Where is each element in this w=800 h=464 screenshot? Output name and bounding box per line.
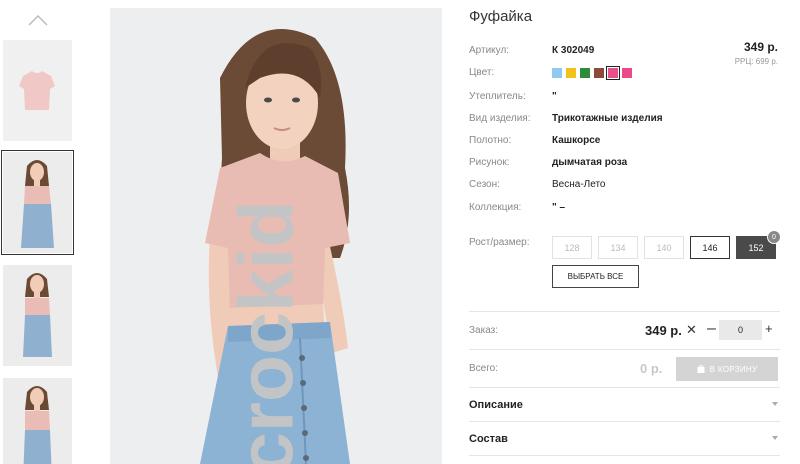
divider [469, 349, 780, 350]
svg-text:crockid: crockid [224, 201, 310, 464]
size-selector: 128 134 140 146 152 0 [552, 230, 781, 259]
size-option-label: 146 [702, 242, 718, 253]
thumbnail-strip [0, 0, 78, 464]
color-swatch-pink[interactable] [622, 68, 632, 78]
spec-pattern-label: Рисунок: [469, 157, 510, 168]
spec-fabric-label: Полотно: [469, 135, 512, 146]
add-to-cart-button[interactable]: В КОРЗИНУ [676, 357, 778, 381]
spec-article-value: К 302049 [552, 45, 595, 56]
size-option-label: 140 [656, 242, 672, 253]
size-option-label: 128 [564, 242, 580, 253]
caret-down-icon [772, 436, 778, 440]
spec-season-label: Сезон: [469, 179, 500, 190]
size-option-128[interactable]: 128 [552, 236, 592, 259]
color-swatch-green[interactable] [580, 68, 590, 78]
divider [469, 311, 780, 312]
spec-insulation-value: " [552, 91, 557, 102]
product-rrp: РРЦ: 699 р. [734, 57, 778, 66]
accordion-description-title: Описание [469, 399, 523, 411]
order-label: Заказ: [469, 325, 499, 336]
accordion-composition-title: Состав [469, 433, 508, 445]
color-swatch-blue[interactable] [552, 68, 562, 78]
order-price: 349 р. [645, 323, 682, 338]
total-label: Всего: [469, 363, 498, 374]
product-title: Фуфайка [469, 8, 533, 25]
color-swatch-pink-selected[interactable] [606, 66, 620, 80]
size-option-152[interactable]: 152 0 [736, 230, 781, 259]
size-option-label: 134 [610, 242, 626, 253]
color-swatches [552, 66, 632, 80]
size-option-140[interactable]: 140 [644, 236, 684, 259]
spec-collection-value: " – [552, 202, 566, 213]
thumbnail-tshirt[interactable] [3, 40, 72, 141]
spec-insulation-label: Утеплитель: [469, 91, 526, 102]
remove-icon[interactable]: ✕ [686, 322, 697, 338]
spec-fabric-value: Кашкорсе [552, 135, 601, 146]
decrement-button[interactable]: – [707, 320, 716, 338]
divider [469, 455, 780, 456]
add-to-cart-label: В КОРЗИНУ [709, 364, 758, 374]
spec-collection-label: Коллекция: [469, 202, 522, 213]
spec-article-label: Артикул: [469, 45, 510, 56]
thumbnail-model-pose[interactable] [3, 378, 72, 464]
color-swatch-yellow[interactable] [566, 68, 576, 78]
spec-type-value: Трикотажные изделия [552, 113, 663, 124]
product-price: 349 р. [743, 40, 778, 54]
quantity-input[interactable] [719, 320, 762, 340]
thumbnail-model-side[interactable] [3, 265, 72, 366]
size-option-134[interactable]: 134 [598, 236, 638, 259]
select-all-button[interactable]: ВЫБРАТЬ ВСЕ [552, 265, 639, 288]
main-product-image[interactable]: crockid [110, 8, 442, 464]
chevron-up-icon[interactable] [26, 12, 50, 28]
cart-icon [697, 365, 705, 373]
size-count-badge: 0 [767, 230, 781, 244]
size-option-146[interactable]: 146 [690, 236, 730, 259]
caret-down-icon [772, 402, 778, 406]
total-price: 0 р. [640, 361, 663, 376]
accordion-description[interactable]: Описание [469, 388, 780, 422]
thumbnail-model-front[interactable] [1, 150, 74, 255]
color-swatch-brown[interactable] [594, 68, 604, 78]
accordion-composition[interactable]: Состав [469, 422, 780, 456]
spec-pattern-value: дымчатая роза [552, 157, 628, 168]
size-label: Рост/размер: [469, 237, 530, 248]
increment-button[interactable]: + [765, 321, 773, 336]
spec-color-label: Цвет: [469, 67, 495, 78]
brand-logo: crockid [224, 201, 310, 464]
spec-season-value: Весна-Лето [552, 179, 606, 190]
product-info-panel: Фуфайка 349 р. РРЦ: 699 р. Артикул: К 30… [469, 0, 781, 464]
size-option-label: 152 [748, 242, 764, 253]
spec-type-label: Вид изделия: [469, 113, 531, 124]
